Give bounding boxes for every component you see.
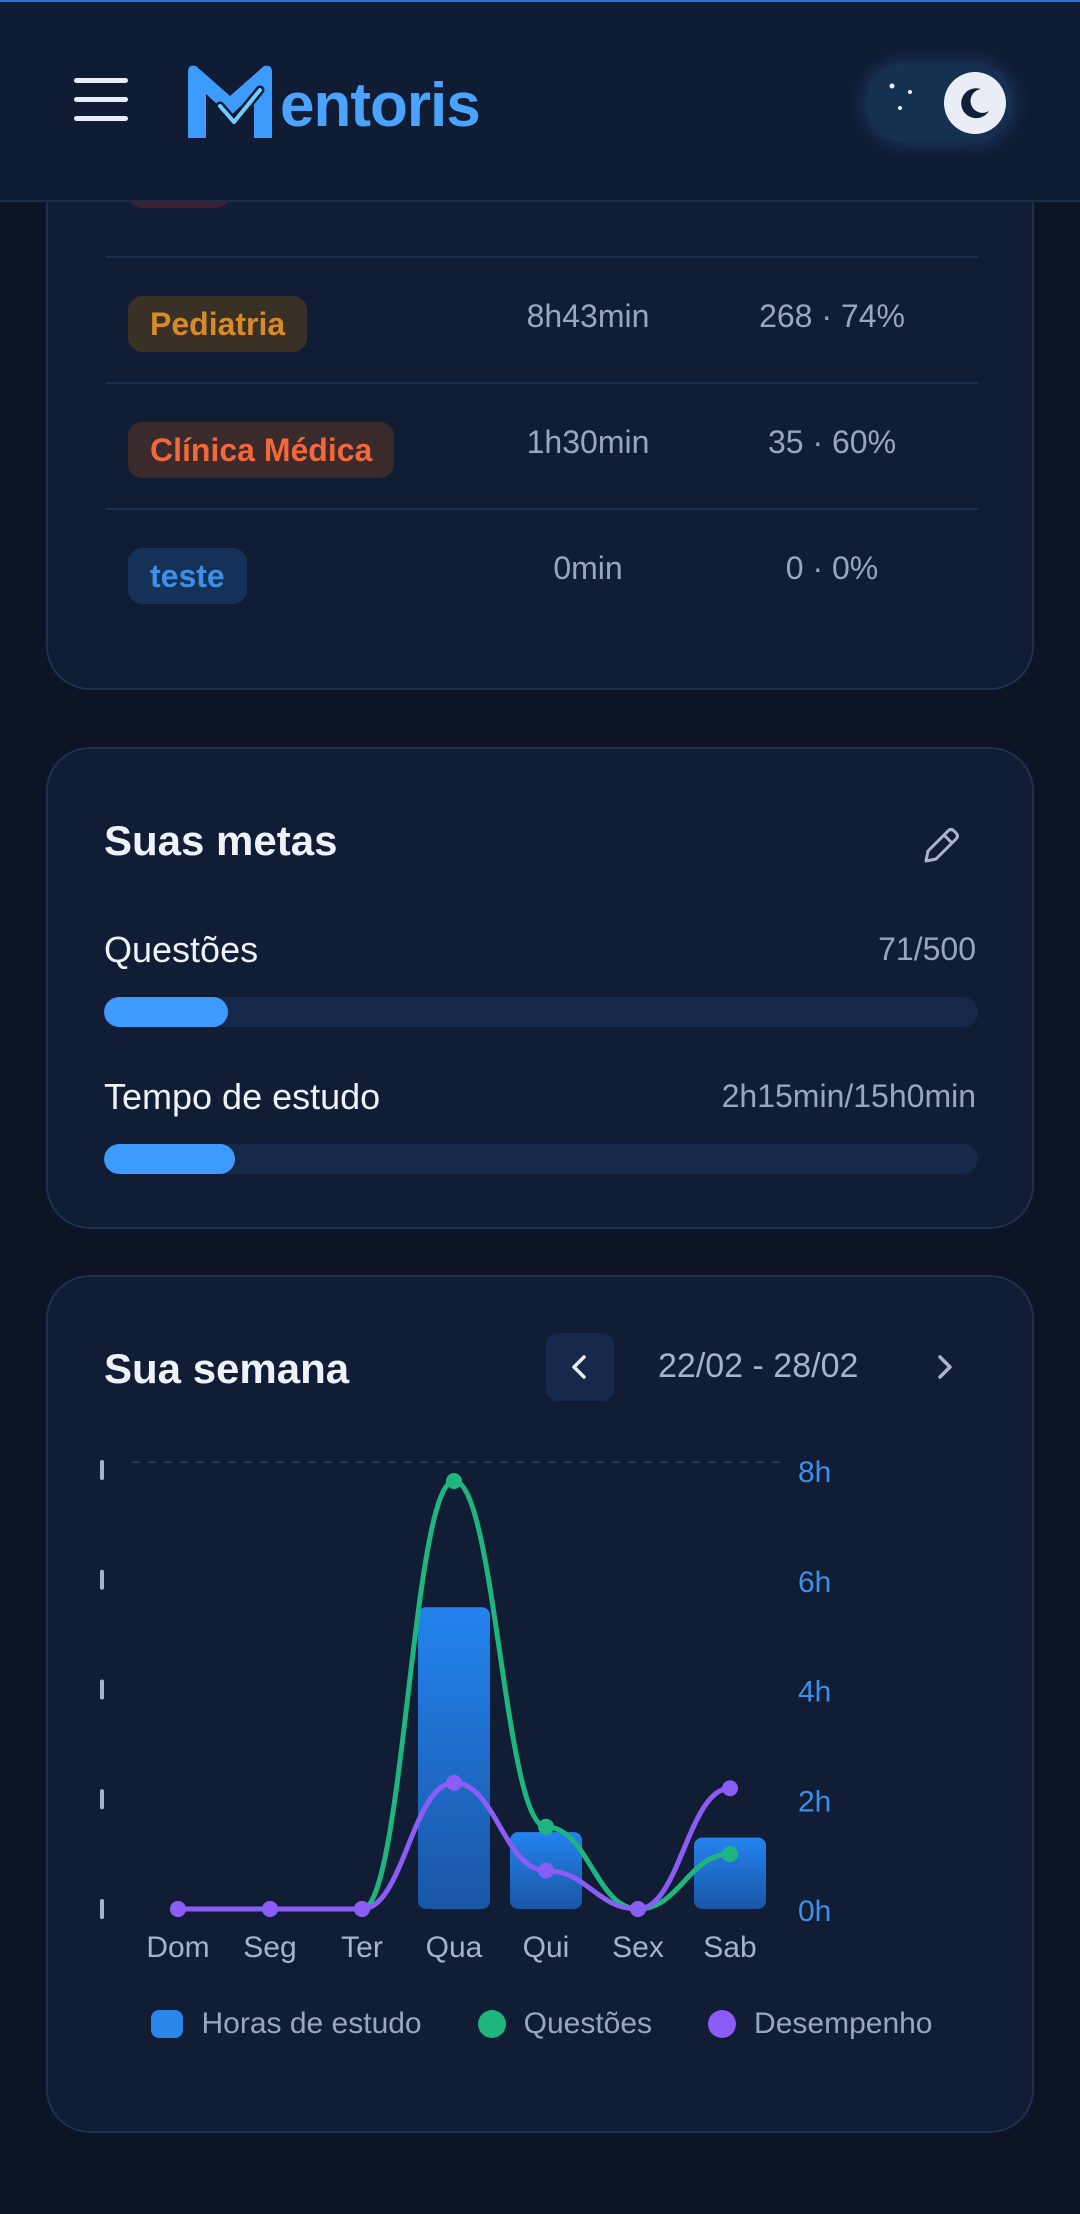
data-point[interactable] bbox=[722, 1780, 738, 1797]
y-axis-tick-fragment bbox=[100, 1460, 104, 1480]
data-point[interactable] bbox=[354, 1901, 370, 1917]
legend-swatch bbox=[151, 2010, 184, 2038]
goal-value: 71/500 bbox=[878, 931, 976, 967]
subject-time: 0min bbox=[553, 550, 623, 586]
logo-text: entoris bbox=[280, 70, 481, 140]
week-chart: 8h 6h 4h 2h 0h Dom Seg Ter Qua Qui Sex Sab bbox=[100, 1456, 831, 1964]
legend-label: Horas de estudo bbox=[201, 2007, 422, 2040]
theme-toggle[interactable] bbox=[866, 64, 1012, 142]
page: entoris GO Pediatria 8h43min 268 · 74% C… bbox=[0, 0, 1080, 2214]
goal-label: Tempo de estudo bbox=[104, 1076, 381, 1117]
subject-pill[interactable]: teste bbox=[128, 548, 247, 604]
data-point[interactable] bbox=[170, 1901, 186, 1917]
y-axis-tick-fragment bbox=[100, 1789, 104, 1810]
legend-label: Desempenho bbox=[754, 2007, 933, 2040]
data-point[interactable] bbox=[630, 1901, 646, 1917]
subject-time: 8h43min bbox=[526, 298, 650, 334]
legend-label: Questões bbox=[523, 2007, 653, 2040]
x-axis-tick-label: Sab bbox=[703, 1931, 756, 1964]
data-point[interactable] bbox=[262, 1901, 278, 1917]
x-axis-tick-label: Qua bbox=[426, 1931, 483, 1964]
data-point[interactable] bbox=[538, 1818, 554, 1835]
legend-item-questions[interactable]: Questões bbox=[477, 2007, 653, 2041]
goal-progress-track bbox=[104, 1144, 978, 1174]
y-axis-tick-label: 0h bbox=[798, 1895, 831, 1928]
data-point[interactable] bbox=[722, 1846, 738, 1863]
y-axis-tick-fragment bbox=[100, 1899, 104, 1919]
hamburger-icon[interactable] bbox=[74, 78, 128, 126]
y-axis-tick-fragment bbox=[100, 1679, 104, 1700]
goals-title: Suas metas bbox=[104, 817, 338, 864]
legend-item-study-hours[interactable]: Horas de estudo bbox=[151, 2007, 422, 2041]
goal-progress-track bbox=[104, 997, 978, 1027]
row-divider bbox=[106, 508, 978, 510]
goal-value: 2h15min/15h0min bbox=[721, 1078, 976, 1114]
legend-swatch bbox=[477, 2010, 506, 2038]
subject-time: 1h30min bbox=[526, 424, 650, 460]
subject-stats: 35 · 60% bbox=[767, 424, 897, 460]
x-axis-tick-label: Dom bbox=[146, 1931, 209, 1964]
moon-icon bbox=[944, 72, 1006, 134]
row-divider bbox=[106, 382, 978, 384]
x-axis-tick-label: Qui bbox=[523, 1931, 570, 1964]
y-axis-tick-label: 6h bbox=[798, 1566, 831, 1599]
pencil-icon[interactable] bbox=[918, 823, 964, 869]
subject-pill[interactable]: Clínica Médica bbox=[128, 422, 395, 478]
y-axis-tick-label: 4h bbox=[798, 1676, 831, 1709]
goal-label: Questões bbox=[104, 929, 259, 970]
data-point[interactable] bbox=[446, 1472, 462, 1489]
legend-item-performance[interactable]: Desempenho bbox=[708, 2007, 933, 2041]
goal-progress-fill bbox=[104, 997, 229, 1027]
legend-swatch bbox=[708, 2010, 737, 2038]
y-axis-tick-label: 2h bbox=[798, 1785, 831, 1818]
logo-m-icon bbox=[188, 65, 272, 138]
data-point[interactable] bbox=[446, 1774, 462, 1791]
y-axis-tick-label: 8h bbox=[798, 1456, 831, 1489]
row-divider bbox=[106, 256, 978, 258]
subjects-card: GO Pediatria 8h43min 268 · 74% Clínica M… bbox=[46, 120, 1034, 690]
x-axis-tick-label: Seg bbox=[243, 1931, 296, 1964]
goal-progress-fill bbox=[104, 1144, 236, 1174]
week-card: Sua semana 22/02 - 28/02 8h 6h 4h 2h 0h Dom Se… bbox=[46, 1275, 1034, 2133]
x-axis-tick-label: Ter bbox=[341, 1931, 383, 1964]
data-point[interactable] bbox=[538, 1862, 554, 1879]
chart-legend: Horas de estudo Questões Desempenho bbox=[48, 2007, 1036, 2041]
stars-icon bbox=[889, 83, 912, 110]
subject-stats: 0 · 0% bbox=[785, 550, 879, 586]
y-axis-tick-fragment bbox=[100, 1569, 104, 1590]
subject-stats: 268 · 74% bbox=[759, 298, 905, 334]
x-axis-tick-label: Sex bbox=[612, 1931, 664, 1964]
logo[interactable]: entoris bbox=[182, 60, 481, 142]
goals-card: Suas metas Questões 71/500 Tempo de estu… bbox=[46, 747, 1034, 1229]
bar[interactable] bbox=[418, 1607, 490, 1909]
subject-pill[interactable]: Pediatria bbox=[128, 296, 308, 352]
app-header: entoris bbox=[0, 0, 1080, 202]
